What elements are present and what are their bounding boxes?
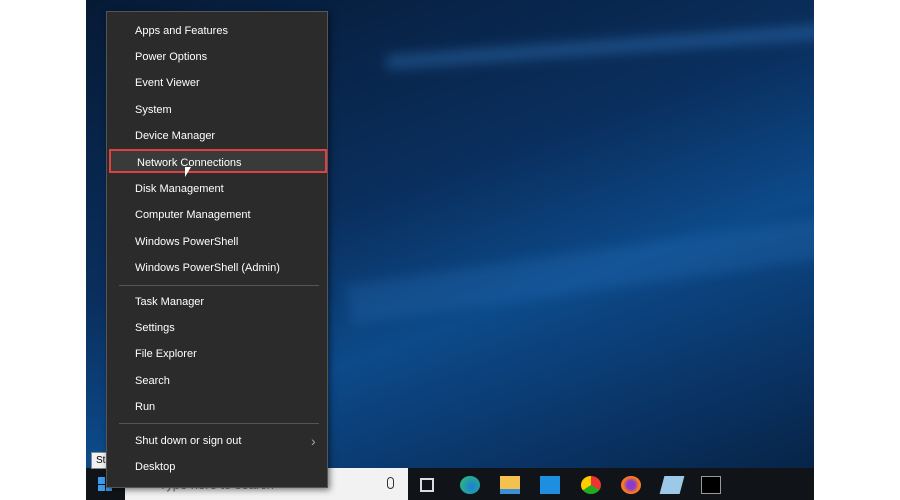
menu-item-event-viewer[interactable]: Event Viewer [107,71,327,95]
menu-item-network-connections[interactable]: Network Connections [109,149,327,173]
menu-item-device-manager[interactable]: Device Manager [107,124,327,148]
menu-item-power-options[interactable]: Power Options [107,45,327,69]
microphone-icon[interactable] [387,477,394,489]
power-user-menu: Apps and Features Power Options Event Vi… [106,11,328,488]
menu-item-shut-down-or-sign-out[interactable]: Shut down or sign out [107,429,327,453]
command-prompt-icon[interactable] [701,476,721,494]
menu-item-file-explorer[interactable]: File Explorer [107,342,327,366]
mouse-cursor-icon [185,167,191,177]
menu-item-system[interactable]: System [107,98,327,122]
menu-item-task-manager[interactable]: Task Manager [107,290,327,314]
menu-item-apps-and-features[interactable]: Apps and Features [107,19,327,43]
file-explorer-icon[interactable] [500,476,520,494]
menu-item-disk-management[interactable]: Disk Management [107,177,327,201]
menu-item-windows-powershell[interactable]: Windows PowerShell [107,230,327,254]
firefox-icon[interactable] [621,476,641,494]
task-view-icon[interactable] [420,478,434,492]
mail-icon[interactable] [540,476,560,494]
menu-item-run[interactable]: Run [107,395,327,419]
menu-divider [119,423,319,424]
chrome-icon[interactable] [581,476,601,494]
edge-icon[interactable] [460,476,480,494]
menu-item-computer-management[interactable]: Computer Management [107,203,327,227]
menu-item-windows-powershell-admin[interactable]: Windows PowerShell (Admin) [107,256,327,280]
menu-divider [119,285,319,286]
menu-item-desktop[interactable]: Desktop [107,455,327,479]
menu-item-search[interactable]: Search [107,369,327,393]
menu-item-settings[interactable]: Settings [107,316,327,340]
chevron-right-icon: › [311,433,316,449]
